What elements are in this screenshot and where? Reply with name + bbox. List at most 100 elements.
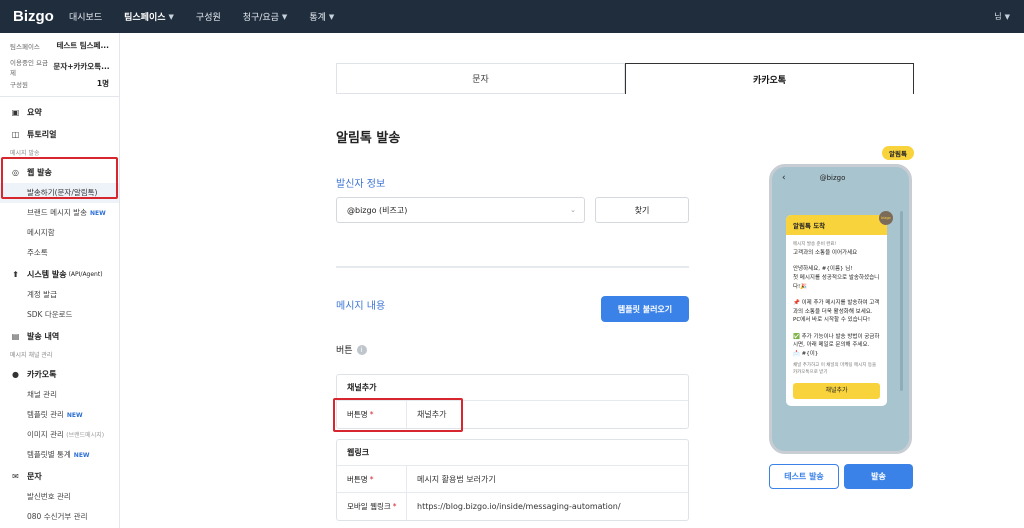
chevron-down-icon: ▼	[281, 12, 288, 21]
teamspace-row: 팀스페이스 테스트 팀스페...	[0, 37, 119, 54]
sidebar-item-sms[interactable]: ✉ 문자	[0, 465, 119, 487]
card-title: 웹링크	[337, 440, 688, 466]
nav-stats[interactable]: 통계 ▼	[309, 10, 335, 24]
buttons-label: 버튼 i	[336, 343, 367, 356]
content-section-title: 메시지 내용	[336, 301, 386, 312]
user-name: 님	[994, 12, 1002, 21]
document-icon: ▤	[11, 331, 20, 341]
bubble-line: 메시지 발송 준비 완료!	[793, 242, 837, 247]
members-value: 1명	[96, 79, 109, 88]
sidebar-item-sender-number[interactable]: 발신번호 관리	[0, 487, 119, 507]
sidebar-item-kakao[interactable]: ● 카카오톡	[0, 363, 119, 385]
sidebar-item-account-issue[interactable]: 계정 발급	[0, 285, 119, 305]
top-navbar: Bizgo 대시보드 팀스페이스 ▼ 구성원 청구/요금 ▼ 통계 ▼ 님 ▼	[0, 0, 1024, 33]
bubble-note: 채널 추가하고 이 채널의 마케팅 메시지 등을 카카오톡으로 받기	[793, 363, 877, 376]
phone-header: ‹ @bizgo	[772, 167, 909, 189]
sidebar-item-sdk-download[interactable]: SDK 다운로드	[0, 305, 119, 325]
nav-label: 대시보드	[69, 13, 103, 23]
channel-tabs: 문자 카카오톡	[336, 63, 914, 94]
account-info: 팀스페이스 테스트 팀스페... 이용중인 요금제 문자+카카오톡... 구성원…	[0, 33, 119, 97]
members-label: 구성원	[10, 80, 28, 89]
nav-label: 청구/요금	[242, 13, 279, 23]
sidebar: 팀스페이스 테스트 팀스페... 이용중인 요금제 문자+카카오톡... 구성원…	[0, 33, 120, 528]
required-mark: *	[369, 474, 374, 484]
sidebar-item-channel-manage[interactable]: 채널 관리	[0, 385, 119, 405]
nav-dashboard[interactable]: 대시보드	[69, 10, 102, 23]
sidebar-item-tutorial[interactable]: ◫ 튜토리얼	[0, 123, 119, 145]
test-send-button[interactable]: 테스트 발송	[769, 464, 839, 489]
sidebar-item-label: 템플릿별 통계	[27, 450, 71, 459]
channel-avatar: bizgo	[879, 211, 893, 225]
buttons-label-text: 버튼	[336, 346, 353, 356]
phone-frame: ‹ @bizgo 알림톡 도착 메시지 발송 준비 완료! 고객과의 소통을 이어…	[769, 164, 912, 454]
sidebar-item-label: 카카오톡	[27, 369, 57, 379]
user-menu[interactable]: 님 ▼	[994, 11, 1010, 22]
mobile-link-row: 모바일 웹링크 * https://blog.bizgo.io/inside/me…	[337, 493, 688, 520]
plan-row: 이용중인 요금제 문자+카카오톡...	[0, 58, 119, 77]
new-badge: NEW	[66, 412, 83, 419]
nav-billing[interactable]: 청구/요금 ▼	[242, 10, 288, 24]
system-icon: ⬆	[12, 269, 19, 279]
alimtalk-badge: 알림톡	[882, 146, 914, 160]
new-badge: NEW	[73, 452, 90, 459]
sidebar-group-label: 메시지 채널 관리	[10, 352, 53, 359]
message-bubble: 알림톡 도착 메시지 발송 준비 완료! 고객과의 소통을 이어가세요 안녕하세…	[786, 215, 887, 407]
info-icon[interactable]: i	[356, 344, 367, 355]
nav-members[interactable]: 구성원	[196, 10, 221, 23]
row-label-text: 모바일 웹링크	[347, 502, 391, 511]
sidebar-item-address-book[interactable]: 주소록	[0, 243, 119, 263]
sidebar-item-summary[interactable]: ▣ 요약	[0, 101, 119, 123]
sidebar-item-history[interactable]: ▤ 발송 내역	[0, 325, 119, 347]
new-badge: NEW	[89, 210, 106, 217]
main-content: 문자 카카오톡 알림톡 발송 발신자 정보 @bizgo (비즈고) ⌄ 찾기 메…	[336, 63, 914, 521]
sidebar-item-brand-message[interactable]: 브랜드 메시지 발송 NEW	[0, 203, 119, 223]
teamspace-value: 테스트 팀스페...	[56, 41, 109, 50]
book-icon: ◫	[11, 129, 20, 139]
load-template-button[interactable]: 템플릿 불러오기	[601, 296, 689, 322]
sidebar-item-message-box[interactable]: 메시지함	[0, 223, 119, 243]
preview-scrollbar[interactable]	[900, 211, 903, 391]
sidebar-item-template-manage[interactable]: 템플릿 관리 NEW	[0, 405, 119, 425]
chat-bubble-icon: ●	[12, 369, 19, 379]
row-label: 모바일 웹링크 *	[337, 493, 407, 520]
nav-teamspace[interactable]: 팀스페이스 ▼	[124, 10, 174, 24]
summary-icon: ▣	[11, 107, 20, 117]
bubble-body: 메시지 발송 준비 완료! 고객과의 소통을 이어가세요 안녕하세요, #{이름…	[786, 235, 887, 406]
bubble-spacer	[793, 291, 880, 299]
sidebar-item-system-send[interactable]: ⬆ 시스템 발송 (API/Agent)	[0, 263, 119, 285]
sidebar-item-template-stats[interactable]: 템플릿별 통계 NEW	[0, 445, 119, 465]
required-mark: *	[392, 502, 397, 511]
sidebar-item-label: 템플릿 관리	[27, 410, 64, 419]
bubble-channel-add-button[interactable]: 채널추가	[793, 383, 880, 400]
sidebar-item-label: 요약	[27, 107, 42, 117]
send-button[interactable]: 발송	[844, 464, 913, 489]
mobile-link-field[interactable]: https://blog.bizgo.io/inside/messaging-a…	[407, 502, 621, 511]
find-button[interactable]: 찾기	[595, 197, 689, 223]
bubble-title: 알림톡 도착	[786, 215, 887, 235]
sidebar-item-image-manage[interactable]: 이미지 관리 (브랜드메시지)	[0, 425, 119, 445]
sidebar-item-label: 발송 내역	[27, 331, 60, 341]
sender-select-value: @bizgo (비즈고)	[347, 205, 408, 215]
members-row: 구성원 1명	[0, 75, 119, 92]
bizgo-logo[interactable]: Bizgo	[13, 8, 69, 25]
sender-select[interactable]: @bizgo (비즈고) ⌄	[336, 197, 585, 223]
back-arrow-icon: ‹	[782, 173, 786, 183]
weblink-name-field[interactable]: 메시지 활용법 보러가기	[407, 474, 496, 485]
chevron-down-icon: ▼	[328, 12, 335, 21]
tab-kakao[interactable]: 카카오톡	[625, 63, 914, 94]
phone-preview: ‹ @bizgo 알림톡 도착 메시지 발송 준비 완료! 고객과의 소통을 이어…	[769, 164, 912, 454]
tab-sms[interactable]: 문자	[336, 63, 625, 94]
sidebar-item-label: 시스템 발송	[27, 269, 67, 279]
plan-value: 문자+카카오톡...	[53, 62, 109, 71]
bubble-line: ✅ 추가 기능이나 발송 방법이 궁금하시면, 아래 메일로 문의해 주세요.	[793, 333, 880, 349]
channel-name: @bizgo	[819, 174, 846, 182]
weblink-card: 웹링크 버튼명 * 메시지 활용법 보러가기 모바일 웹링크 * https://b…	[336, 439, 689, 521]
bubble-spacer	[793, 257, 880, 265]
sidebar-item-080-reject[interactable]: 080 수신거부 관리	[0, 507, 119, 527]
nav-label: 팀스페이스	[124, 13, 166, 23]
teamspace-label: 팀스페이스	[10, 42, 40, 51]
bubble-line: 📩 #{이}	[793, 350, 819, 357]
row-label: 버튼명 *	[337, 466, 407, 492]
highlight-web-send	[1, 157, 118, 199]
row-label-text: 버튼명	[347, 474, 368, 484]
